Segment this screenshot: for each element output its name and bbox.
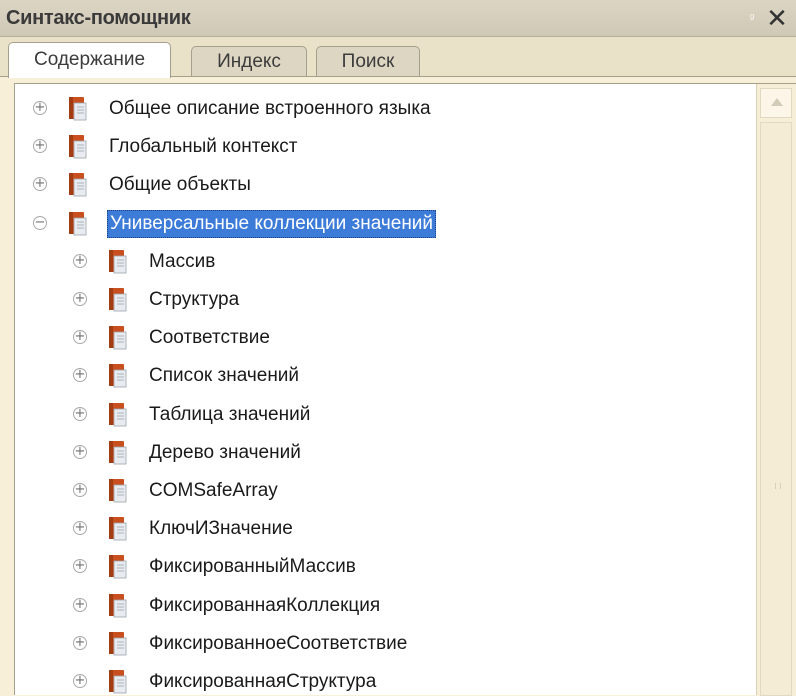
collapse-icon[interactable]: − bbox=[33, 215, 47, 230]
book-icon bbox=[109, 670, 127, 694]
tree-item-label[interactable]: Таблица значений bbox=[147, 401, 312, 429]
tree-item-label[interactable]: Структура bbox=[147, 286, 241, 314]
expand-icon[interactable]: + bbox=[33, 139, 47, 154]
expand-icon[interactable]: + bbox=[73, 368, 87, 383]
tree-item-label[interactable]: ФиксированнаяСтруктура bbox=[147, 668, 378, 695]
book-icon bbox=[109, 288, 127, 312]
tree-item[interactable]: − Универсальные коллекции значений bbox=[15, 205, 755, 243]
contents-tree[interactable]: + Общее описание встроенного языка + Глобал… bbox=[14, 83, 796, 695]
book-icon bbox=[109, 364, 127, 388]
expand-icon[interactable]: + bbox=[33, 177, 47, 192]
book-icon bbox=[69, 97, 87, 121]
book-icon bbox=[109, 440, 127, 465]
title-bar: Синтакс-помощник ᵍ ✕ bbox=[0, 0, 796, 37]
scroll-up-arrow-icon[interactable] bbox=[760, 88, 792, 118]
expand-icon[interactable]: + bbox=[73, 674, 87, 688]
book-icon bbox=[109, 517, 127, 541]
book-icon bbox=[109, 479, 127, 503]
tree-item-label[interactable]: Универсальные коллекции значений bbox=[107, 209, 437, 238]
tree-item-label[interactable]: Общие объекты bbox=[107, 171, 253, 199]
tree-item[interactable]: + КлючИЗначение bbox=[15, 510, 755, 548]
tree-item[interactable]: + Структура bbox=[15, 281, 755, 319]
book-icon bbox=[109, 593, 127, 617]
tree-item[interactable]: + Таблица значений bbox=[15, 396, 755, 434]
expand-icon[interactable]: + bbox=[73, 406, 87, 421]
grip-icon bbox=[775, 483, 781, 489]
scroll-thumb[interactable] bbox=[760, 122, 792, 696]
tree-item[interactable]: + COMSafeArray bbox=[15, 472, 755, 510]
tree-item-label[interactable]: COMSafeArray bbox=[147, 477, 280, 505]
book-icon bbox=[109, 402, 127, 426]
tree-item[interactable]: + ФиксированноеСоответствие bbox=[15, 625, 755, 663]
expand-icon[interactable]: + bbox=[73, 330, 87, 345]
tab-contents[interactable]: Содержание bbox=[8, 42, 171, 78]
tree-item-label[interactable]: ФиксированноеСоответствие bbox=[147, 630, 409, 658]
tree-item[interactable]: + Массив bbox=[15, 243, 755, 281]
tree-item[interactable]: + ФиксированнаяСтруктура bbox=[15, 663, 755, 695]
tree-item-label[interactable]: Дерево значений bbox=[147, 439, 303, 467]
expand-icon[interactable]: + bbox=[73, 253, 87, 268]
tree-item[interactable]: + Список значений bbox=[15, 357, 755, 395]
tab-index[interactable]: Индекс bbox=[191, 46, 307, 77]
tab-search[interactable]: Поиск bbox=[316, 46, 420, 77]
expand-icon[interactable]: + bbox=[73, 635, 87, 650]
book-icon bbox=[69, 211, 87, 235]
book-icon bbox=[109, 249, 127, 274]
tree-item-label[interactable]: КлючИЗначение bbox=[147, 515, 295, 543]
tree-item[interactable]: + ФиксированнаяКоллекция bbox=[15, 587, 755, 625]
tree-item[interactable]: + Общее описание встроенного языка bbox=[15, 90, 755, 128]
tree-item-label[interactable]: ФиксированнаяКоллекция bbox=[147, 592, 382, 620]
book-icon bbox=[109, 631, 127, 656]
tree-item[interactable]: + ФиксированныйМассив bbox=[15, 548, 755, 586]
book-icon bbox=[69, 173, 87, 197]
expand-icon[interactable]: + bbox=[73, 521, 87, 536]
expand-icon[interactable]: + bbox=[73, 444, 87, 459]
pin-icon[interactable]: ᵍ bbox=[750, 12, 758, 24]
tree-item[interactable]: + Глобальный контекст bbox=[15, 128, 755, 166]
book-icon bbox=[109, 326, 127, 350]
tree-item-label[interactable]: Список значений bbox=[147, 362, 301, 390]
tree-item-label[interactable]: Соответствие bbox=[147, 324, 272, 352]
tree-item-label[interactable]: Общее описание встроенного языка bbox=[107, 95, 433, 123]
expand-icon[interactable]: + bbox=[73, 483, 87, 497]
expand-icon[interactable]: + bbox=[73, 597, 87, 612]
tree-item[interactable]: + Общие объекты bbox=[15, 166, 755, 204]
tree-item[interactable]: + Соответствие bbox=[15, 319, 755, 357]
book-icon bbox=[109, 555, 127, 579]
tree-item-label[interactable]: ФиксированныйМассив bbox=[147, 553, 358, 581]
book-icon bbox=[69, 135, 87, 159]
tree-item[interactable]: + Дерево значений bbox=[15, 434, 755, 472]
expand-icon[interactable]: + bbox=[33, 101, 47, 115]
close-icon[interactable]: ✕ bbox=[765, 5, 789, 31]
window-title: Синтакс-помощник bbox=[6, 7, 191, 29]
expand-icon[interactable]: + bbox=[73, 292, 87, 306]
syntax-helper-window: Синтакс-помощник ᵍ ✕ Содержание Индекс П… bbox=[0, 0, 796, 696]
tree-item-label[interactable]: Глобальный контекст bbox=[107, 133, 300, 161]
vertical-scrollbar[interactable] bbox=[756, 84, 796, 696]
tree-item-label[interactable]: Массив bbox=[147, 248, 217, 276]
tab-strip: Содержание Индекс Поиск bbox=[0, 37, 796, 78]
expand-icon[interactable]: + bbox=[73, 559, 87, 574]
